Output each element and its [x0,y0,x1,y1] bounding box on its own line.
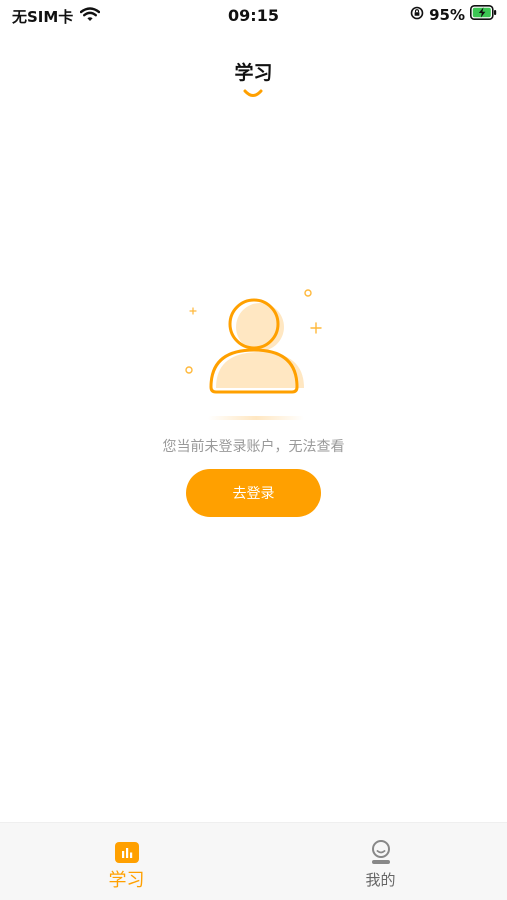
empty-state-message: 您当前未登录账户，无法查看 [162,439,345,455]
battery-percent: 95% [429,5,465,24]
tab-mine[interactable]: 我的 [254,823,507,900]
battery-charging-icon [470,5,497,24]
status-bar-right: 95% [410,5,497,24]
login-button[interactable]: 去登录 [186,469,321,517]
tab-study[interactable]: 学习 [0,823,253,900]
title-underline-smile-icon [243,89,263,97]
study-chart-icon [114,842,139,863]
status-bar: 无SIM卡 09:15 95% [0,0,507,32]
tab-label: 学习 [108,870,145,891]
screen: 无SIM卡 09:15 95% 学习 您当前未登录账户，无法查看 去登录 学习 … [0,0,507,900]
profile-icon [371,840,390,864]
tab-bar: 学习 我的 [0,822,507,900]
user-placeholder-icon [185,289,322,420]
rotation-lock-icon [410,6,424,24]
page-title: 学习 [234,62,273,84]
tab-label: 我的 [365,871,396,889]
